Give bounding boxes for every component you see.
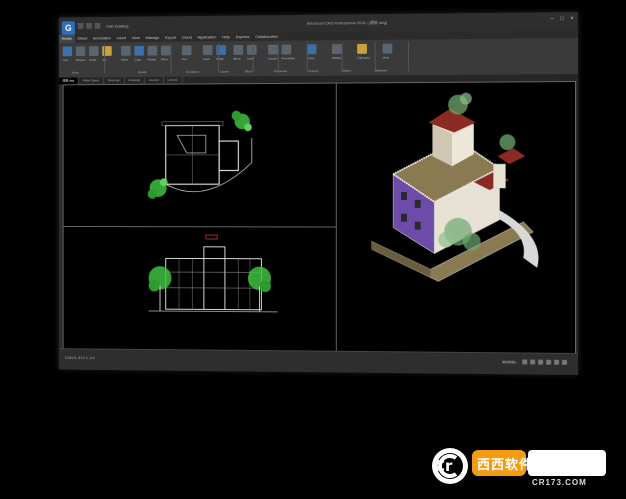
- floor-plan-drawing: [147, 110, 337, 199]
- ortho-icon[interactable]: [538, 359, 544, 365]
- tool-line-button[interactable]: [62, 46, 73, 57]
- panel-annotation: Annotation: [185, 69, 200, 74]
- tool-label: Rotate: [147, 57, 157, 62]
- tool-label: Properties: [281, 56, 295, 61]
- settings-icon[interactable]: [562, 359, 568, 365]
- quick-access-save-icon[interactable]: [94, 22, 101, 29]
- menu-insert[interactable]: Insert: [114, 34, 129, 42]
- panel-separator: [306, 42, 308, 72]
- tool-group-button[interactable]: [306, 44, 317, 55]
- panel-separator: [104, 44, 106, 74]
- tool-label: Mirror: [160, 57, 169, 62]
- menu-annotation[interactable]: Annotation: [90, 34, 114, 42]
- app-window: G CAD Drafting Advanced CAD Professional…: [58, 12, 579, 375]
- quick-access-open-icon[interactable]: [86, 22, 92, 29]
- model-space-toggle[interactable]: MODEL: [502, 359, 516, 364]
- menu-export[interactable]: Export: [162, 34, 179, 42]
- tool-move-button[interactable]: [121, 45, 131, 56]
- panel-groups: Groups: [308, 68, 319, 73]
- panel-separator: [170, 43, 172, 73]
- tool-properties-button[interactable]: [281, 44, 292, 55]
- menu-manage[interactable]: Manage: [143, 34, 162, 42]
- menu-sheet[interactable]: Sheet: [75, 35, 90, 43]
- watermark-logo-text: Cr: [434, 457, 453, 475]
- window-title: Advanced CAD Professional 2018 - [建筑.dwg…: [306, 19, 388, 26]
- watermark-url: CR173.COM: [532, 478, 587, 487]
- tool-label: Line: [62, 58, 69, 63]
- panel-separator: [252, 42, 254, 73]
- minimize-icon[interactable]: –: [548, 16, 556, 22]
- menu-express[interactable]: Express: [233, 33, 253, 41]
- tool-label: Circle: [89, 57, 97, 62]
- tool-text-button[interactable]: [181, 45, 192, 56]
- viewport-plan[interactable]: [62, 82, 338, 229]
- tool-circle-button[interactable]: [89, 46, 99, 57]
- maximize-icon[interactable]: □: [558, 16, 566, 22]
- tool-label: Block: [233, 56, 241, 61]
- panel-properties: Properties: [273, 69, 288, 74]
- ribbon: LinePolylineCircleArcMoveCopyRotateMirro…: [58, 38, 579, 79]
- panel-layers: Layers: [220, 69, 229, 74]
- watermark: Cr 西西软件园 CR173.COM: [428, 444, 610, 488]
- menu-application[interactable]: Application: [195, 33, 219, 41]
- tool-label: Layout: [268, 56, 277, 61]
- menu-home[interactable]: Home: [58, 34, 75, 43]
- menu-view[interactable]: View: [129, 34, 143, 42]
- elevation-drawing: [64, 227, 337, 352]
- panel-separator: [374, 41, 376, 72]
- tool-label: Copy: [134, 57, 142, 62]
- tool-mirror-button[interactable]: [160, 45, 171, 56]
- tool-layer-button[interactable]: [202, 45, 213, 56]
- osnap-icon[interactable]: [554, 359, 560, 365]
- quick-access-new-icon[interactable]: [77, 23, 84, 29]
- tool-label: Clipboard: [357, 55, 370, 60]
- polar-icon[interactable]: [546, 359, 552, 365]
- snap-icon[interactable]: [522, 359, 528, 365]
- app-logo-icon[interactable]: G: [61, 21, 75, 35]
- close-icon[interactable]: ×: [568, 16, 576, 22]
- panel-utilities: Utilities: [341, 68, 352, 73]
- quick-access-title: CAD Drafting: [106, 23, 129, 29]
- panel-separator: [407, 41, 409, 72]
- tool-label: Text: [181, 57, 188, 62]
- panel-draw: Draw: [72, 70, 79, 75]
- tool-clipboard-button[interactable]: [357, 43, 367, 54]
- panel-modify: Modify: [138, 70, 147, 75]
- tool-label: Utilities: [331, 55, 342, 60]
- panel-separator: [341, 42, 343, 72]
- tool-label: Move: [121, 57, 129, 62]
- menu-help[interactable]: Help: [219, 33, 233, 41]
- tool-copy-button[interactable]: [134, 45, 144, 56]
- drawing-canvas[interactable]: [62, 81, 577, 355]
- tool-label: Group: [306, 56, 315, 61]
- coordinate-readout: 1254.5, 872.3, 0.0: [64, 355, 95, 361]
- menu-cloud[interactable]: Cloud: [179, 34, 195, 42]
- tool-utilities-button[interactable]: [331, 44, 342, 55]
- tool-label: Layer: [202, 56, 211, 61]
- tool-label: View: [382, 55, 389, 60]
- panel-clipboard: Clipboard: [374, 68, 388, 73]
- tool-label: Polyline: [75, 57, 86, 62]
- panel-block: Block: [245, 69, 253, 74]
- status-bar: 1254.5, 872.3, 0.0 MODEL: [58, 348, 579, 375]
- tool-block-button[interactable]: [233, 44, 244, 55]
- panel-separator: [277, 42, 279, 73]
- viewport-isometric[interactable]: [335, 81, 577, 355]
- viewport-elevation[interactable]: [62, 225, 338, 353]
- watermark-brand: 西西软件园: [477, 458, 548, 473]
- isometric-house-model: [337, 92, 539, 354]
- tool-view-button[interactable]: [382, 43, 393, 54]
- tool-polyline-button[interactable]: [75, 46, 86, 57]
- tool-rotate-button[interactable]: [147, 45, 158, 56]
- tool-layout-button[interactable]: [268, 44, 278, 55]
- panel-separator: [218, 43, 220, 73]
- grid-icon[interactable]: [530, 359, 536, 365]
